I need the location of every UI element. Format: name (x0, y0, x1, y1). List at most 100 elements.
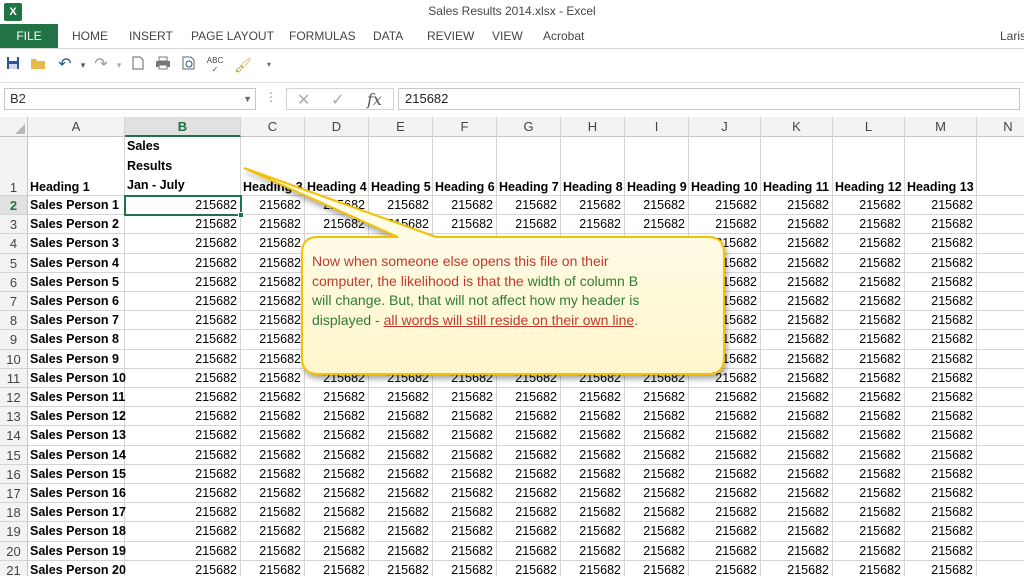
new-document-icon[interactable] (129, 56, 147, 74)
cell-k7[interactable]: 215682 (761, 292, 833, 312)
cell-n8[interactable] (977, 311, 1024, 331)
cell-b2[interactable]: 215682 (125, 196, 241, 216)
column-header-h[interactable]: H (561, 117, 625, 137)
cell-c7[interactable]: 215682 (241, 292, 305, 312)
cell-m5[interactable]: 215682 (905, 253, 977, 273)
cell-j14[interactable]: 215682 (689, 426, 761, 446)
cell-b16[interactable]: 215682 (125, 464, 241, 484)
cell-c2[interactable]: 215682 (241, 196, 305, 216)
cell-d14[interactable]: 215682 (305, 426, 369, 446)
cell-a19[interactable]: Sales Person 18 (28, 522, 126, 542)
cell-j9[interactable]: 215682 (689, 330, 761, 350)
cell-k19[interactable]: 215682 (761, 522, 833, 542)
row-header-8[interactable]: 8 (0, 311, 28, 331)
cell-a3[interactable]: Sales Person 2 (28, 215, 125, 235)
tab-acrobat[interactable]: Acrobat (543, 24, 584, 48)
tab-file[interactable]: FILE (0, 24, 58, 48)
cell-i18[interactable]: 215682 (625, 503, 689, 523)
cell-j10[interactable]: 215682 (689, 349, 761, 369)
cell-a11[interactable]: Sales Person 10 (28, 368, 126, 388)
cell-b17[interactable]: 215682 (125, 484, 241, 504)
cell-h3[interactable]: 215682 (561, 215, 625, 235)
cell-m4[interactable]: 215682 (905, 234, 977, 254)
cell-d21[interactable]: 215682 (305, 560, 369, 576)
cell-a2[interactable]: Sales Person 1 (28, 196, 125, 216)
cell-n18[interactable] (977, 503, 1024, 523)
cell-i4[interactable]: 215682 (625, 234, 689, 254)
cell-a14[interactable]: Sales Person 13 (28, 426, 126, 446)
cell-l2[interactable]: 215682 (833, 196, 905, 216)
cell-d20[interactable]: 215682 (305, 541, 369, 561)
cell-n11[interactable] (977, 369, 1024, 388)
column-header-j[interactable]: J (689, 117, 761, 137)
cell-d16[interactable]: 215682 (305, 464, 369, 484)
cell-m2[interactable]: 215682 (905, 196, 977, 216)
cell-h18[interactable]: 215682 (561, 503, 625, 523)
cell-k2[interactable]: 215682 (761, 196, 833, 216)
cell-b19[interactable]: 215682 (125, 522, 241, 542)
column-header-l[interactable]: L (833, 117, 905, 137)
cell-a1[interactable]: Heading 1 (28, 137, 125, 196)
column-header-m[interactable]: M (905, 117, 977, 137)
cell-l19[interactable]: 215682 (833, 522, 905, 542)
cell-l4[interactable]: 215682 (833, 234, 905, 254)
cell-m20[interactable]: 215682 (905, 541, 977, 561)
cell-i17[interactable]: 215682 (625, 484, 689, 504)
cell-k13[interactable]: 215682 (761, 407, 833, 427)
cell-a21[interactable]: Sales Person 20 (28, 560, 126, 576)
cell-d10[interactable]: 215682 (305, 349, 369, 369)
cell-g20[interactable]: 215682 (497, 541, 561, 561)
cell-b12[interactable]: 215682 (125, 388, 241, 408)
cell-f19[interactable]: 215682 (433, 522, 497, 542)
cell-m10[interactable]: 215682 (905, 349, 977, 369)
cell-c19[interactable]: 215682 (241, 522, 305, 542)
cell-i11[interactable]: 215682 (625, 368, 689, 388)
cell-d17[interactable]: 215682 (305, 484, 369, 504)
cell-d4[interactable]: 215682 (305, 234, 369, 254)
row-header-5[interactable]: 5 (0, 253, 28, 273)
cell-b13[interactable]: 215682 (125, 407, 241, 427)
cell-m19[interactable]: 215682 (905, 522, 977, 542)
column-header-c[interactable]: C (241, 117, 305, 137)
user-name[interactable]: Laris (1000, 24, 1024, 48)
cell-a15[interactable]: Sales Person 14 (28, 445, 126, 465)
cell-c12[interactable]: 215682 (241, 388, 305, 408)
print-icon[interactable] (154, 56, 172, 74)
cell-e1[interactable]: Heading 5 (369, 137, 433, 196)
cell-e10[interactable]: 215682 (369, 349, 433, 369)
cell-d9[interactable]: 215682 (305, 330, 369, 350)
cell-g3[interactable]: 215682 (497, 215, 561, 235)
cell-c8[interactable]: 215682 (241, 311, 305, 331)
column-header-e[interactable]: E (369, 117, 433, 137)
cell-c5[interactable]: 215682 (241, 253, 305, 273)
cell-l8[interactable]: 215682 (833, 311, 905, 331)
cell-m8[interactable]: 215682 (905, 311, 977, 331)
cell-f2[interactable]: 215682 (433, 196, 497, 216)
cell-g11[interactable]: 215682 (497, 368, 561, 388)
cell-n21[interactable] (977, 561, 1024, 576)
cell-i13[interactable]: 215682 (625, 407, 689, 427)
cell-h19[interactable]: 215682 (561, 522, 625, 542)
cell-f21[interactable]: 215682 (433, 560, 497, 576)
cell-h9[interactable]: 215682 (561, 330, 625, 350)
undo-dropdown-icon[interactable]: ▾ (74, 56, 92, 74)
cell-a17[interactable]: Sales Person 16 (28, 484, 126, 504)
cell-c9[interactable]: 215682 (241, 330, 305, 350)
cell-f10[interactable]: 215682 (433, 349, 497, 369)
row-header-19[interactable]: 19 (0, 522, 28, 542)
cell-h2[interactable]: 215682 (561, 196, 625, 216)
cell-k5[interactable]: 215682 (761, 253, 833, 273)
cell-j11[interactable]: 215682 (689, 368, 761, 388)
cell-k14[interactable]: 215682 (761, 426, 833, 446)
cell-c17[interactable]: 215682 (241, 484, 305, 504)
cell-h10[interactable]: 215682 (561, 349, 625, 369)
cell-j18[interactable]: 215682 (689, 503, 761, 523)
name-box[interactable]: B2 ▼ (4, 88, 256, 110)
cell-a20[interactable]: Sales Person 19 (28, 541, 126, 561)
cell-e13[interactable]: 215682 (369, 407, 433, 427)
cell-e11[interactable]: 215682 (369, 368, 433, 388)
cell-k3[interactable]: 215682 (761, 215, 833, 235)
cell-g4[interactable]: 215682 (497, 234, 561, 254)
cell-a13[interactable]: Sales Person 12 (28, 407, 126, 427)
row-header-13[interactable]: 13 (0, 407, 28, 427)
